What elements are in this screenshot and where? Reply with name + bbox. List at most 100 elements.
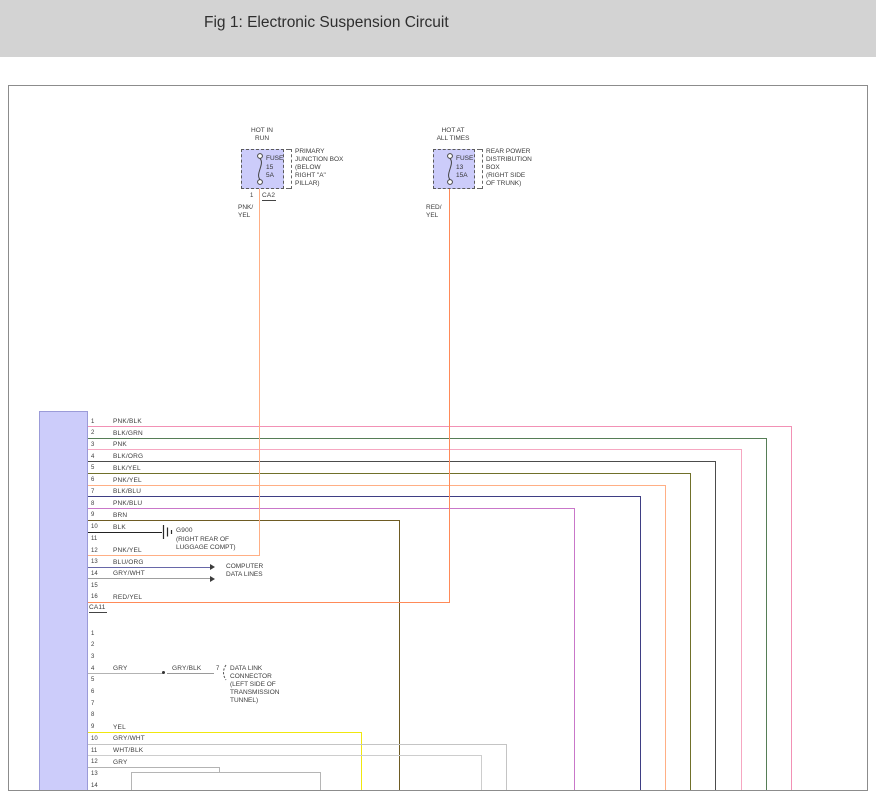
fuse-box: FUSE 13 15A bbox=[433, 149, 475, 189]
fuse-wire-label: PNK/ YEL bbox=[238, 204, 253, 220]
pin-number: 4 bbox=[91, 666, 94, 672]
wire-label: GRY bbox=[113, 759, 128, 766]
pin-number: 5 bbox=[91, 465, 94, 471]
fuse-icon bbox=[444, 152, 456, 186]
pin-number: 6 bbox=[91, 689, 94, 695]
junction-dot bbox=[162, 671, 165, 674]
wire-label: RED/YEL bbox=[113, 594, 142, 601]
pin-number: 10 bbox=[91, 524, 98, 530]
wire-label: BLK/GRN bbox=[113, 430, 143, 437]
computer-data-lines-label: COMPUTER DATA LINES bbox=[226, 563, 263, 579]
wire-b10-v bbox=[506, 744, 507, 790]
figure-title-bar: Fig 1: Electronic Suspension Circuit bbox=[0, 0, 876, 57]
wire-label: PNK/BLU bbox=[113, 500, 142, 507]
pin-number: 9 bbox=[91, 512, 94, 518]
wire-fuse15-drop bbox=[259, 188, 260, 556]
pin-number: 12 bbox=[91, 759, 98, 765]
wire-label: BRN bbox=[113, 512, 127, 519]
fuse-name: FUSE bbox=[266, 155, 283, 164]
connector-block bbox=[39, 411, 88, 791]
dlc-pin-number: 7 bbox=[216, 666, 219, 672]
computer-data-arrow bbox=[210, 564, 215, 570]
pin-number: 4 bbox=[91, 454, 94, 460]
pin-number: 7 bbox=[91, 489, 94, 495]
pin-number: 3 bbox=[91, 442, 94, 448]
ground-icon bbox=[162, 524, 173, 540]
pin-number: 1 bbox=[91, 631, 94, 637]
pin-number: 10 bbox=[91, 736, 98, 742]
wire-pin13-h bbox=[86, 567, 210, 568]
wire-b4-h2 bbox=[167, 673, 214, 674]
wire-b12-h bbox=[86, 767, 220, 768]
component-box bbox=[131, 772, 321, 791]
wire-b9-v bbox=[361, 732, 362, 790]
wire-pin6-h bbox=[86, 485, 665, 486]
wire-pin1-h bbox=[86, 426, 791, 427]
pin-number: 16 bbox=[91, 594, 98, 600]
pin-number: 3 bbox=[91, 654, 94, 660]
dlc-label: DATA LINK CONNECTOR (LEFT SIDE OF TRANSM… bbox=[230, 665, 279, 705]
wire-pin3-v bbox=[741, 449, 742, 790]
wire-pin8-v bbox=[574, 508, 575, 790]
dlc-wire-label: GRY/BLK bbox=[172, 665, 201, 672]
wire-label: PNK/BLK bbox=[113, 418, 142, 425]
wire-b4-h bbox=[86, 673, 164, 674]
wire-label: BLK/BLU bbox=[113, 488, 141, 495]
wire-label: PNK/YEL bbox=[113, 477, 142, 484]
wire-b11-v bbox=[481, 755, 482, 790]
pin-number: 11 bbox=[91, 536, 97, 542]
ground-location: (RIGHT REAR OF LUGGAGE COMPT) bbox=[176, 536, 236, 552]
wire-pin7-v bbox=[640, 496, 641, 790]
dlc-bracket-icon bbox=[220, 664, 227, 681]
wire-pin4-v bbox=[715, 461, 716, 790]
wire-pin14-h bbox=[86, 578, 210, 579]
page: { "header": { "title": "Fig 1: Electroni… bbox=[0, 0, 876, 809]
fuse-text: FUSE 13 15A bbox=[456, 155, 473, 181]
wire-pin16-h bbox=[86, 602, 450, 603]
pin-number: 7 bbox=[91, 701, 94, 707]
wire-pin7-h bbox=[86, 496, 640, 497]
wire-label: PNK bbox=[113, 441, 127, 448]
wire-label: WHT/BLK bbox=[113, 747, 143, 754]
wire-pin12-h bbox=[86, 555, 260, 556]
pin-number: 2 bbox=[91, 430, 94, 436]
pin-number: 13 bbox=[91, 771, 98, 777]
wire-pin9-h bbox=[86, 520, 399, 521]
pin-number: 13 bbox=[91, 559, 98, 565]
fuse-number: 13 bbox=[456, 164, 473, 173]
computer-data-arrow bbox=[210, 576, 215, 582]
wire-label: BLU/ORG bbox=[113, 559, 144, 566]
wire-pin5-v bbox=[690, 473, 691, 790]
wire-label: YEL bbox=[113, 724, 126, 731]
pin-number: 9 bbox=[91, 724, 94, 730]
pin-number: 5 bbox=[91, 677, 94, 683]
pin-number: 8 bbox=[91, 712, 94, 718]
fuse-connector-id: CA2 bbox=[262, 192, 276, 201]
pin-number: 6 bbox=[91, 477, 94, 483]
wire-pin8-h bbox=[86, 508, 574, 509]
wire-pin2-h bbox=[86, 438, 766, 439]
pin-number: 1 bbox=[91, 419, 94, 425]
figure-title: Fig 1: Electronic Suspension Circuit bbox=[204, 14, 449, 32]
pin-number: 14 bbox=[91, 783, 98, 789]
wire-label: BLK/ORG bbox=[113, 453, 143, 460]
wire-b9-h bbox=[86, 732, 362, 733]
fuse-rating: 15A bbox=[456, 172, 473, 181]
wire-fuse13-drop bbox=[449, 188, 450, 603]
wire-label: GRY/WHT bbox=[113, 570, 145, 577]
fuse-pin-number: 1 bbox=[250, 193, 253, 199]
diagram-canvas: 1PNK/BLK2BLK/GRN3PNK4BLK/ORG5BLK/YEL6PNK… bbox=[8, 85, 868, 791]
wire-label: GRY/WHT bbox=[113, 735, 145, 742]
pin-number: 2 bbox=[91, 642, 94, 648]
ground-id: G900 bbox=[176, 527, 193, 534]
hot-label: HOT AT ALL TIMES bbox=[428, 127, 478, 143]
wire-b11-h bbox=[86, 755, 482, 756]
fuse-wire-label: RED/ YEL bbox=[426, 204, 442, 220]
wire-pin3-h bbox=[86, 449, 741, 450]
pin-number: 12 bbox=[91, 548, 98, 554]
fuse-box: FUSE 15 5A bbox=[241, 149, 284, 189]
hot-label: HOT IN RUN bbox=[237, 127, 287, 143]
connector-id: CA11 bbox=[89, 604, 107, 613]
wire-pin9-v bbox=[399, 520, 400, 790]
pin-number: 14 bbox=[91, 571, 98, 577]
